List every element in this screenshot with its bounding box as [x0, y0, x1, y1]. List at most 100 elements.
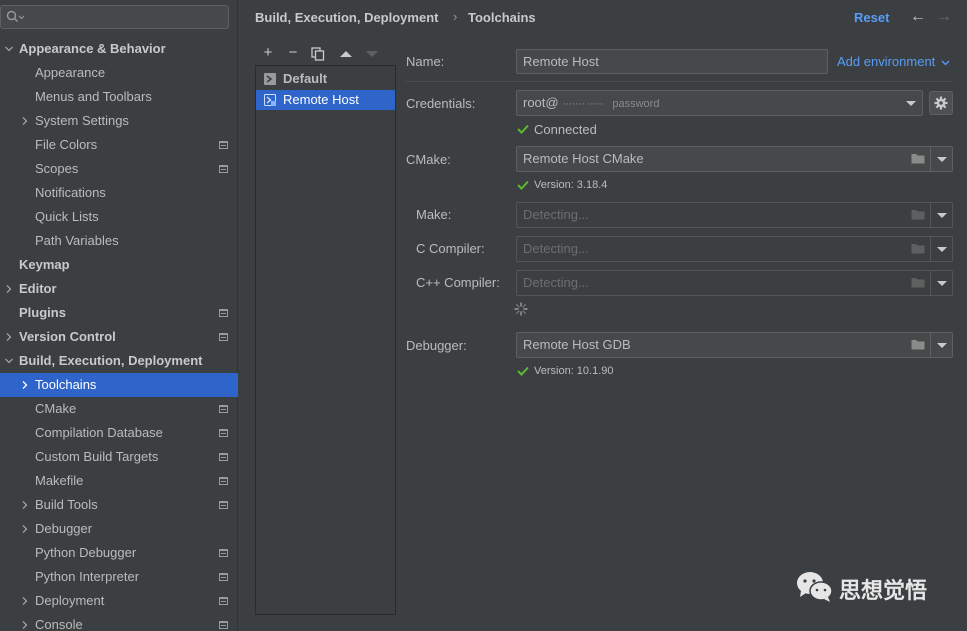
- credentials-host-masked: ······· ·····: [562, 98, 603, 110]
- sidebar-item-appearance[interactable]: Appearance: [0, 61, 238, 85]
- credentials-settings-button[interactable]: [929, 91, 953, 115]
- sidebar-item-label: Console: [35, 617, 83, 631]
- chevron-right-icon[interactable]: [4, 332, 14, 342]
- c-compiler-label: C Compiler:: [416, 241, 485, 256]
- c-compiler-select[interactable]: Detecting...: [516, 236, 953, 262]
- project-level-icon: [219, 597, 228, 605]
- sidebar-item-label: Makefile: [35, 473, 84, 488]
- cpp-compiler-label: C++ Compiler:: [416, 275, 500, 290]
- settings-header: Build, Execution, Deployment › Toolchain…: [239, 0, 967, 36]
- add-toolchain-button[interactable]: +: [259, 43, 277, 63]
- chevron-right-icon[interactable]: [20, 380, 30, 390]
- reset-button[interactable]: Reset: [854, 10, 889, 25]
- settings-search-input[interactable]: [0, 5, 229, 29]
- sidebar-item-toolchains[interactable]: Toolchains: [0, 373, 238, 397]
- dropdown-arrow-icon[interactable]: [930, 203, 952, 227]
- chevron-right-icon[interactable]: [4, 284, 14, 294]
- sidebar-item-label: Version Control: [19, 329, 116, 344]
- sidebar-item-label: Editor: [19, 281, 57, 296]
- dropdown-arrow-icon[interactable]: [930, 333, 952, 357]
- chevron-right-icon[interactable]: [20, 524, 30, 534]
- sidebar-item-notifications[interactable]: Notifications: [0, 181, 238, 205]
- copy-icon[interactable]: [311, 47, 325, 61]
- sidebar-item-cmake[interactable]: CMake: [0, 397, 238, 421]
- remote-toolchain-icon: [264, 94, 276, 106]
- chevron-right-icon[interactable]: [20, 116, 30, 126]
- folder-icon[interactable]: [911, 339, 925, 350]
- credentials-select[interactable]: root@ ······· ····· password: [516, 90, 923, 116]
- sidebar-item-path-variables[interactable]: Path Variables: [0, 229, 238, 253]
- forward-arrow-icon[interactable]: →: [936, 8, 952, 26]
- chevron-down-icon[interactable]: [4, 44, 14, 54]
- sidebar-item-label: Appearance & Behavior: [19, 41, 166, 56]
- project-level-icon: [219, 165, 228, 173]
- credentials-user: root@: [523, 95, 559, 110]
- folder-icon[interactable]: [911, 209, 925, 220]
- cmake-select[interactable]: Remote Host CMake: [516, 146, 953, 172]
- dropdown-arrow-icon[interactable]: [930, 147, 952, 171]
- remove-toolchain-button[interactable]: −: [284, 43, 302, 63]
- sidebar-item-console[interactable]: Console: [0, 613, 238, 631]
- move-down-icon[interactable]: [365, 49, 379, 59]
- success-check-icon: [517, 366, 529, 376]
- debugger-label: Debugger:: [406, 338, 467, 353]
- chevron-right-icon[interactable]: [20, 596, 30, 606]
- wechat-logo-icon: [797, 572, 833, 602]
- credentials-label: Credentials:: [406, 96, 476, 111]
- folder-icon[interactable]: [911, 277, 925, 288]
- sidebar-item-label: Notifications: [35, 185, 106, 200]
- add-environment-dropdown[interactable]: Add environment: [837, 54, 950, 69]
- folder-icon[interactable]: [911, 243, 925, 254]
- sidebar-item-menus-and-toolbars[interactable]: Menus and Toolbars: [0, 85, 238, 109]
- sidebar-item-scopes[interactable]: Scopes: [0, 157, 238, 181]
- sidebar-item-python-interpreter[interactable]: Python Interpreter: [0, 565, 238, 589]
- chevron-right-icon[interactable]: [20, 620, 30, 630]
- success-check-icon: [517, 124, 529, 134]
- sidebar-item-file-colors[interactable]: File Colors: [0, 133, 238, 157]
- name-input[interactable]: Remote Host: [516, 49, 828, 74]
- toolchain-item-remote-host[interactable]: Remote Host: [256, 90, 395, 110]
- sidebar-item-label: Compilation Database: [35, 425, 163, 440]
- sidebar-item-build-tools[interactable]: Build Tools: [0, 493, 238, 517]
- move-up-icon[interactable]: [339, 49, 353, 59]
- sidebar-item-compilation-database[interactable]: Compilation Database: [0, 421, 238, 445]
- connection-status: Connected: [534, 122, 597, 137]
- sidebar-item-debugger[interactable]: Debugger: [0, 517, 238, 541]
- chevron-right-icon[interactable]: [20, 500, 30, 510]
- sidebar-item-makefile[interactable]: Makefile: [0, 469, 238, 493]
- sidebar-item-label: Path Variables: [35, 233, 119, 248]
- project-level-icon: [219, 549, 228, 557]
- debugger-select[interactable]: Remote Host GDB: [516, 332, 953, 358]
- cpp-compiler-select[interactable]: Detecting...: [516, 270, 953, 296]
- make-select[interactable]: Detecting...: [516, 202, 953, 228]
- sidebar-item-deployment[interactable]: Deployment: [0, 589, 238, 613]
- back-arrow-icon[interactable]: ←: [910, 8, 926, 26]
- watermark-text: 思想觉悟: [839, 578, 928, 603]
- sidebar-item-label: Scopes: [35, 161, 79, 176]
- sidebar-item-editor[interactable]: Editor: [0, 277, 238, 301]
- sidebar-item-custom-build-targets[interactable]: Custom Build Targets: [0, 445, 238, 469]
- name-label: Name:: [406, 54, 445, 69]
- gear-icon: [934, 96, 948, 110]
- sidebar-item-plugins[interactable]: Plugins: [0, 301, 238, 325]
- sidebar-item-version-control[interactable]: Version Control: [0, 325, 238, 349]
- sidebar-item-keymap[interactable]: Keymap: [0, 253, 238, 277]
- sidebar-item-quick-lists[interactable]: Quick Lists: [0, 205, 238, 229]
- dropdown-arrow-icon[interactable]: [930, 237, 952, 261]
- settings-sidebar: Appearance & Behavior Appearance Menus and…: [0, 0, 238, 631]
- settings-tree: Appearance & Behavior Appearance Menus and…: [0, 37, 238, 631]
- sidebar-item-system-settings[interactable]: System Settings: [0, 109, 238, 133]
- sidebar-item-label: Debugger: [35, 521, 93, 536]
- sidebar-item-label: CMake: [35, 401, 77, 416]
- sidebar-item-python-debugger[interactable]: Python Debugger: [0, 541, 238, 565]
- toolchain-item-default[interactable]: Default: [256, 69, 395, 89]
- breadcrumb-parent[interactable]: Build, Execution, Deployment: [255, 10, 438, 25]
- dropdown-arrow-icon[interactable]: [930, 271, 952, 295]
- sidebar-item-appearance-behavior[interactable]: Appearance & Behavior: [0, 37, 238, 61]
- sidebar-item-build-execution-deployment[interactable]: Build, Execution, Deployment: [0, 349, 238, 373]
- chevron-down-icon[interactable]: [4, 356, 14, 366]
- sidebar-item-label: Python Debugger: [35, 545, 137, 560]
- search-icon: [6, 10, 24, 22]
- breadcrumb-current: Toolchains: [468, 10, 536, 25]
- folder-icon[interactable]: [911, 153, 925, 164]
